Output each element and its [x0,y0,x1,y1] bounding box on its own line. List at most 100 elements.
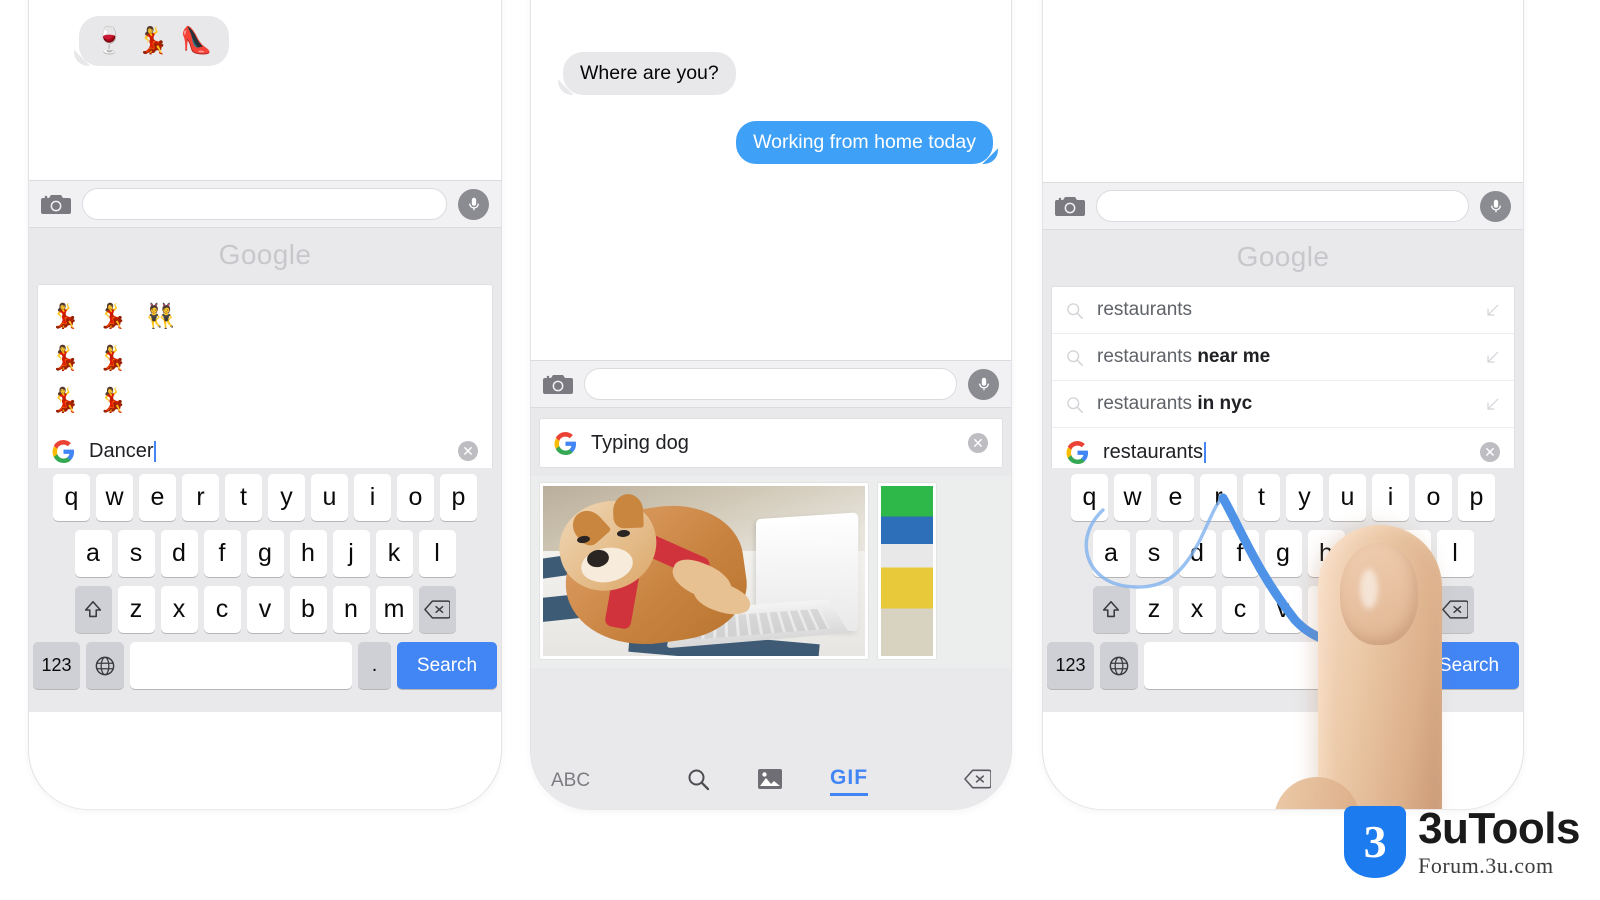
key-a[interactable]: a [1092,530,1130,577]
key-t[interactable]: t [1243,474,1280,521]
key-u[interactable]: u [1329,474,1366,521]
emoji-item[interactable]: 💃 [50,302,80,331]
key-n[interactable]: n [1350,586,1388,633]
key-l[interactable]: l [1436,530,1474,577]
key-d[interactable]: d [1178,530,1216,577]
key-y[interactable]: y [268,474,305,521]
key-l[interactable]: l [418,530,456,577]
key-g[interactable]: g [1264,530,1302,577]
key-j[interactable]: j [1350,530,1388,577]
phone3-search-input[interactable] [1096,190,1469,222]
gif-result-item[interactable] [877,482,937,660]
shift-icon[interactable] [74,586,112,633]
phone2-search-input[interactable] [584,368,957,400]
key-v[interactable]: v [246,586,284,633]
key-o[interactable]: o [1415,474,1452,521]
key-z[interactable]: z [1135,586,1173,633]
key-i[interactable]: i [1372,474,1409,521]
key-v[interactable]: v [1264,586,1302,633]
key-o[interactable]: o [397,474,434,521]
key-p[interactable]: p [440,474,477,521]
camera-icon[interactable] [41,193,71,216]
emoji-item[interactable]: 💃 [98,386,128,415]
gboard-query-row[interactable]: Typing dog ✕ [540,419,1002,467]
camera-icon[interactable] [1055,195,1085,218]
camera-icon[interactable] [543,373,573,396]
key-s[interactable]: s [1135,530,1173,577]
suggestion-row[interactable]: restaurants near me [1052,334,1514,381]
key-space[interactable] [130,642,352,689]
suggestion-row[interactable]: restaurants in nyc [1052,381,1514,428]
search-icon[interactable] [686,767,710,796]
keyboard-row-2: a s d f g h j k l [33,530,497,577]
key-w[interactable]: w [96,474,133,521]
key-e[interactable]: e [1157,474,1194,521]
abc-button[interactable]: ABC [551,770,590,792]
arrow-northwest-icon[interactable] [1485,303,1500,318]
key-h[interactable]: h [289,530,327,577]
emoji-item[interactable]: 👯 [146,302,176,331]
key-z[interactable]: z [117,586,155,633]
phone1-search-input[interactable] [82,188,447,220]
key-w[interactable]: w [1114,474,1151,521]
globe-icon[interactable] [1100,642,1138,689]
suggestion-row[interactable]: restaurants [1052,287,1514,334]
microphone-icon[interactable] [458,188,489,220]
key-j[interactable]: j [332,530,370,577]
image-icon[interactable] [758,768,783,794]
key-c[interactable]: c [203,586,241,633]
key-r[interactable]: r [1200,474,1237,521]
key-d[interactable]: d [160,530,198,577]
backspace-icon[interactable] [418,586,456,633]
key-p[interactable]: p [1458,474,1495,521]
key-numbers[interactable]: 123 [33,642,80,689]
arrow-northwest-icon[interactable] [1485,397,1500,412]
key-a[interactable]: a [74,530,112,577]
key-period[interactable]: . [358,642,391,689]
key-r[interactable]: r [182,474,219,521]
emoji-item[interactable]: 💃 [50,344,80,373]
key-s[interactable]: s [117,530,155,577]
key-search-action[interactable]: Search [397,642,497,689]
key-u[interactable]: u [311,474,348,521]
backspace-icon[interactable] [1436,586,1474,633]
gif-result-item[interactable] [539,482,869,660]
key-e[interactable]: e [139,474,176,521]
key-k[interactable]: k [1393,530,1431,577]
key-h[interactable]: h [1307,530,1345,577]
key-b[interactable]: b [1307,586,1345,633]
key-search-action[interactable]: Search [1419,642,1519,689]
clear-icon[interactable]: ✕ [968,433,988,453]
key-t[interactable]: t [225,474,262,521]
backspace-icon[interactable] [964,769,992,794]
key-i[interactable]: i [354,474,391,521]
clear-icon[interactable]: ✕ [458,441,478,461]
key-n[interactable]: n [332,586,370,633]
globe-icon[interactable] [86,642,124,689]
key-f[interactable]: f [1221,530,1259,577]
key-numbers[interactable]: 123 [1047,642,1094,689]
key-c[interactable]: c [1221,586,1259,633]
key-x[interactable]: x [1178,586,1216,633]
key-space[interactable] [1144,642,1374,689]
key-q[interactable]: q [1071,474,1108,521]
shift-icon[interactable] [1092,586,1130,633]
microphone-icon[interactable] [1480,190,1511,222]
microphone-icon[interactable] [968,368,999,400]
emoji-item[interactable]: 💃 [50,386,80,415]
emoji-item[interactable]: 💃 [98,344,128,373]
key-q[interactable]: q [53,474,90,521]
key-m[interactable]: m [1393,586,1431,633]
key-k[interactable]: k [375,530,413,577]
clear-icon[interactable]: ✕ [1480,442,1500,462]
key-g[interactable]: g [246,530,284,577]
key-period[interactable]: . [1380,642,1413,689]
emoji-item[interactable]: 💃 [98,302,128,331]
key-f[interactable]: f [203,530,241,577]
key-m[interactable]: m [375,586,413,633]
key-b[interactable]: b [289,586,327,633]
arrow-northwest-icon[interactable] [1485,350,1500,365]
key-y[interactable]: y [1286,474,1323,521]
key-x[interactable]: x [160,586,198,633]
gif-tab[interactable]: GIF [830,766,869,796]
